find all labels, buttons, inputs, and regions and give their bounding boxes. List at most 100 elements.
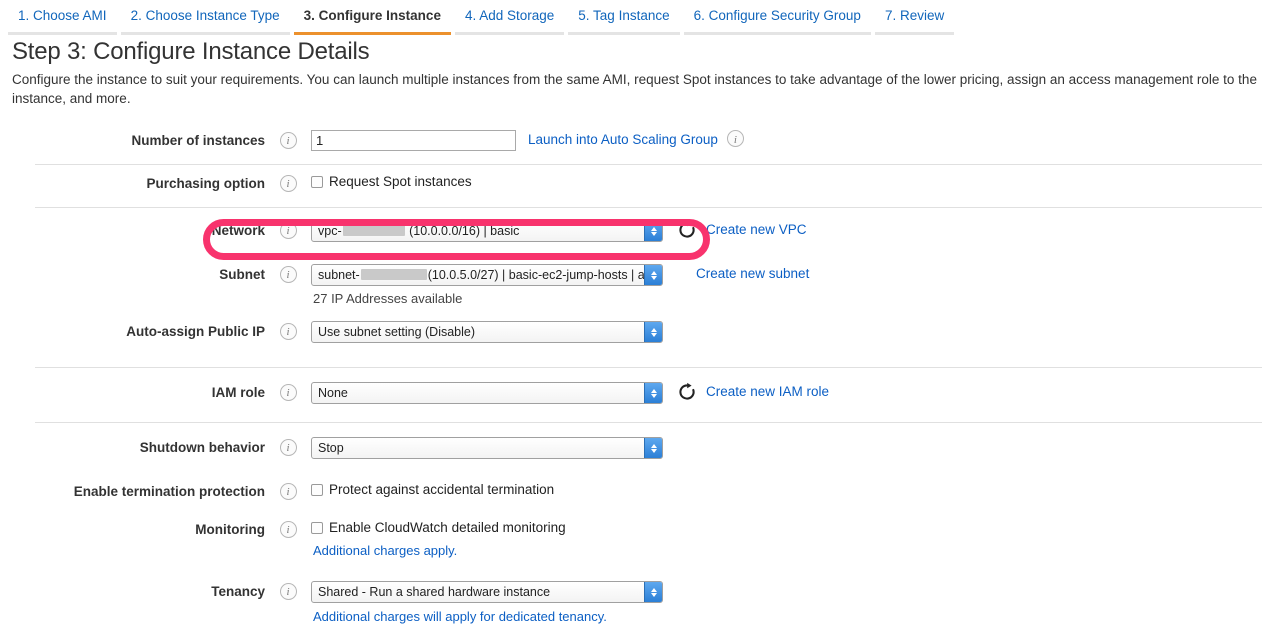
- control-purchasing-option: Request Spot instances: [311, 173, 1282, 191]
- row-subnet: Subnet i subnet- (10.0.5.0/27) | basic-ec…: [0, 254, 1282, 307]
- control-iam-role: None Create new IAM role: [311, 382, 1282, 404]
- subnet-available-ips-note: 27 IP Addresses available: [313, 291, 463, 306]
- info-cell-shutdown-behavior: i: [265, 437, 311, 456]
- info-icon[interactable]: i: [279, 483, 297, 500]
- info-cell-auto-assign-public-ip: i: [265, 321, 311, 340]
- refresh-icon[interactable]: [677, 220, 697, 240]
- control-shutdown-behavior: Stop: [311, 437, 1282, 459]
- network-value-prefix: vpc-: [318, 224, 342, 238]
- control-monitoring: Enable CloudWatch detailed monitoring Ad…: [311, 519, 1282, 561]
- tab-choose-ami[interactable]: 1. Choose AMI: [8, 8, 117, 35]
- info-cell-network: i: [265, 220, 311, 239]
- info-icon[interactable]: i: [279, 323, 297, 340]
- launch-into-auto-scaling-group-link[interactable]: Launch into Auto Scaling Group: [528, 130, 718, 150]
- info-icon[interactable]: i: [279, 439, 297, 456]
- tab-configure-instance[interactable]: 3. Configure Instance: [293, 8, 451, 35]
- auto-assign-public-ip-select-arrow[interactable]: [644, 322, 662, 342]
- network-value-suffix: (10.0.0.0/16) | basic: [405, 224, 520, 238]
- network-select[interactable]: vpc- (10.0.0.0/16) | basic: [311, 220, 663, 242]
- row-network: Network i vpc- (10.0.0.0/16) | basic Cre…: [0, 208, 1282, 254]
- label-purchasing-option: Purchasing option: [146, 176, 265, 191]
- info-icon[interactable]: i: [726, 130, 744, 147]
- number-of-instances-input[interactable]: [311, 130, 516, 151]
- request-spot-instances-label: Request Spot instances: [329, 174, 472, 189]
- iam-role-value: None: [318, 386, 348, 400]
- page-header: Step 3: Configure Instance Details Confi…: [0, 28, 1282, 108]
- cloudwatch-monitoring-label: Enable CloudWatch detailed monitoring: [329, 520, 566, 535]
- request-spot-instances-checkbox[interactable]: [311, 176, 323, 188]
- tenancy-select-arrow[interactable]: [644, 582, 662, 602]
- network-select-arrow[interactable]: [644, 221, 662, 241]
- label-network: Network: [211, 223, 265, 238]
- chevron-down-icon: [650, 275, 657, 280]
- tab-choose-instance-type[interactable]: 2. Choose Instance Type: [120, 8, 290, 35]
- info-icon[interactable]: i: [279, 266, 297, 283]
- tab-add-storage[interactable]: 4. Add Storage: [454, 8, 565, 35]
- info-icon[interactable]: i: [279, 175, 297, 192]
- info-cell-tenancy: i: [265, 581, 311, 600]
- chevron-down-icon: [650, 231, 657, 236]
- chevron-up-icon: [650, 388, 657, 393]
- cloudwatch-monitoring-checkbox[interactable]: [311, 522, 323, 534]
- label-subnet: Subnet: [219, 267, 265, 282]
- page-title: Step 3: Configure Instance Details: [12, 38, 370, 65]
- refresh-icon[interactable]: [677, 382, 697, 402]
- tab-review[interactable]: 7. Review: [874, 8, 955, 35]
- row-monitoring: Monitoring i Enable CloudWatch detailed …: [0, 511, 1282, 565]
- info-icon[interactable]: i: [279, 222, 297, 239]
- monitoring-additional-charges-link[interactable]: Additional charges apply.: [311, 541, 566, 561]
- control-tenancy: Shared - Run a shared hardware instance …: [311, 581, 1282, 627]
- info-cell-purchasing-option: i: [265, 173, 311, 192]
- tenancy-value: Shared - Run a shared hardware instance: [318, 585, 551, 599]
- row-iam-role: IAM role i None Create new IAM role: [0, 368, 1282, 422]
- auto-assign-public-ip-value: Use subnet setting (Disable): [318, 325, 476, 339]
- control-auto-assign-public-ip: Use subnet setting (Disable): [311, 321, 1282, 343]
- tenancy-select[interactable]: Shared - Run a shared hardware instance: [311, 581, 663, 603]
- subnet-select[interactable]: subnet- (10.0.5.0/27) | basic-ec2-jump-ho…: [311, 264, 663, 286]
- chevron-down-icon: [650, 393, 657, 398]
- iam-role-select[interactable]: None: [311, 382, 663, 404]
- label-tenancy: Tenancy: [211, 584, 265, 599]
- chevron-down-icon: [650, 332, 657, 337]
- chevron-up-icon: [650, 443, 657, 448]
- label-monitoring: Monitoring: [195, 522, 265, 537]
- label-termination-protection: Enable termination protection: [73, 484, 265, 499]
- row-termination-protection: Enable termination protection i Protect …: [0, 471, 1282, 511]
- tenancy-additional-charges-link[interactable]: Additional charges will apply for dedica…: [311, 607, 663, 627]
- subnet-select-arrow[interactable]: [644, 265, 662, 285]
- label-auto-assign-public-ip: Auto-assign Public IP: [126, 324, 265, 339]
- info-icon[interactable]: i: [279, 132, 297, 149]
- info-icon[interactable]: i: [279, 384, 297, 401]
- info-icon[interactable]: i: [279, 583, 297, 600]
- shutdown-behavior-value: Stop: [318, 441, 344, 455]
- protect-against-termination-row[interactable]: Protect against accidental termination: [311, 481, 554, 499]
- info-cell-termination-protection: i: [265, 481, 311, 500]
- shutdown-behavior-select-arrow[interactable]: [644, 438, 662, 458]
- label-number-of-instances: Number of instances: [131, 133, 265, 148]
- enable-cloudwatch-monitoring-row[interactable]: Enable CloudWatch detailed monitoring: [311, 519, 566, 537]
- chevron-up-icon: [650, 587, 657, 592]
- tab-configure-security-group[interactable]: 6. Configure Security Group: [683, 8, 871, 35]
- create-new-subnet-link[interactable]: Create new subnet: [696, 264, 809, 284]
- subnet-value-suffix: (10.0.5.0/27) | basic-ec2-jump-hosts | a…: [427, 268, 662, 282]
- control-network: vpc- (10.0.0.0/16) | basic Create new VP…: [311, 220, 1282, 242]
- termination-protection-checkbox[interactable]: [311, 484, 323, 496]
- chevron-down-icon: [650, 448, 657, 453]
- row-number-of-instances: Number of instances i Launch into Auto S…: [0, 122, 1282, 164]
- create-new-vpc-link[interactable]: Create new VPC: [706, 220, 807, 240]
- tab-tag-instance[interactable]: 5. Tag Instance: [568, 8, 680, 35]
- row-auto-assign-public-ip: Auto-assign Public IP i Use subnet setti…: [0, 307, 1282, 355]
- auto-assign-public-ip-select[interactable]: Use subnet setting (Disable): [311, 321, 663, 343]
- label-shutdown-behavior: Shutdown behavior: [139, 440, 265, 455]
- shutdown-behavior-select[interactable]: Stop: [311, 437, 663, 459]
- iam-role-select-arrow[interactable]: [644, 383, 662, 403]
- redacted-subnet-id: [360, 269, 427, 280]
- label-iam-role: IAM role: [211, 385, 265, 400]
- chevron-up-icon: [650, 270, 657, 275]
- create-new-iam-role-link[interactable]: Create new IAM role: [706, 382, 829, 402]
- request-spot-instances-row[interactable]: Request Spot instances: [311, 173, 472, 191]
- row-shutdown-behavior: Shutdown behavior i Stop: [0, 423, 1282, 471]
- info-icon[interactable]: i: [279, 521, 297, 538]
- row-purchasing-option: Purchasing option i Request Spot instanc…: [0, 165, 1282, 207]
- row-tenancy: Tenancy i Shared - Run a shared hardware…: [0, 565, 1282, 635]
